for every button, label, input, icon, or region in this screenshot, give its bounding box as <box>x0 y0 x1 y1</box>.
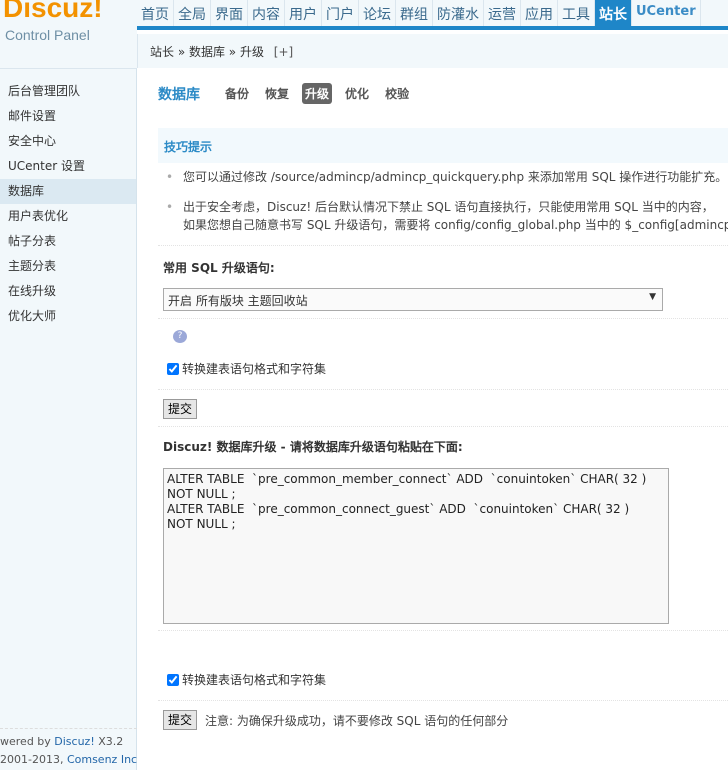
sql-textarea[interactable] <box>163 468 669 624</box>
tab-optimize[interactable]: 优化 <box>342 83 372 104</box>
nav-extended[interactable]: 运营 <box>484 0 521 26</box>
breadcrumb: 站长 » 数据库 » 升级 [+] <box>137 34 728 68</box>
nav-tools[interactable]: 工具 <box>558 0 595 26</box>
divider <box>158 630 728 631</box>
checkbox-label: 转换建表语句格式和字符集 <box>182 362 327 376</box>
tip-item: 您可以通过修改 /source/admincp/admincp_quickque… <box>166 168 728 186</box>
page-title: 数据库 <box>158 86 200 103</box>
sidebar-item-mail[interactable]: 邮件设置 <box>0 104 136 129</box>
sidebar-item-ucenter[interactable]: UCenter 设置 <box>0 154 136 179</box>
comsenz-link[interactable]: Comsenz Inc. <box>67 753 137 766</box>
add-shortcut-button[interactable]: [+] <box>274 45 293 59</box>
tab-backup[interactable]: 备份 <box>222 83 252 104</box>
divider <box>158 318 728 319</box>
divider <box>158 389 728 390</box>
divider <box>158 426 728 427</box>
sidebar-item-postsplit[interactable]: 帖子分表 <box>0 229 136 254</box>
sidebar-item-upgrade[interactable]: 在线升级 <box>0 279 136 304</box>
footer-version: X3.2 <box>94 735 124 748</box>
divider <box>158 245 728 246</box>
upgrade-note: 注意: 为确保升级成功，请不要修改 SQL 语句的任何部分 <box>205 714 509 728</box>
chevron-down-icon: ▼ <box>649 292 656 302</box>
nav-global[interactable]: 全局 <box>174 0 211 26</box>
nav-forum[interactable]: 论坛 <box>359 0 396 26</box>
tab-upgrade[interactable]: 升级 <box>302 83 333 104</box>
sidebar-item-optimizer[interactable]: 优化大师 <box>0 304 136 329</box>
nav-style[interactable]: 界面 <box>211 0 248 26</box>
tip-item: 出于安全考虑，Discuz! 后台默认情况下禁止 SQL 语句直接执行，只能使用… <box>166 198 728 234</box>
nav-plugin[interactable]: 应用 <box>521 0 558 26</box>
footer: wered by Discuz! X3.2 2001-2013, Comsenz… <box>0 728 137 769</box>
help-icon[interactable]: ? <box>173 330 187 343</box>
sidebar-item-membersplit[interactable]: 用户表优化 <box>0 204 136 229</box>
tab-restore[interactable]: 恢复 <box>262 83 292 104</box>
submit-button-2[interactable]: 提交 <box>163 710 198 730</box>
checkbox-label: 转换建表语句格式和字符集 <box>182 673 327 687</box>
common-sql-label: 常用 SQL 升级语句: <box>163 261 275 275</box>
tab-check[interactable]: 校验 <box>382 83 412 104</box>
breadcrumb-text: 站长 » 数据库 » 升级 <box>150 45 264 59</box>
sidebar-item-admin-team[interactable]: 后台管理团队 <box>0 79 136 104</box>
convert-charset-checkbox-2[interactable]: 转换建表语句格式和字符集 <box>167 671 326 688</box>
sidebar: 后台管理团队 邮件设置 安全中心 UCenter 设置 数据库 用户表优化 帖子… <box>0 68 137 770</box>
nav-content[interactable]: 内容 <box>248 0 285 26</box>
divider <box>158 700 728 701</box>
selected-option: 开启 所有版块 主题回收站 <box>168 294 308 308</box>
logo[interactable]: Discuz! Control Panel <box>0 0 137 68</box>
discuz-link[interactable]: Discuz! <box>54 735 94 748</box>
footer-powered: wered by <box>0 735 55 748</box>
top-nav: 首页 全局 界面 内容 用户 门户 论坛 群组 防灌水 运营 应用 工具 站长 … <box>137 0 728 30</box>
tip-text: 您可以通过修改 /source/admincp/admincp_quickque… <box>183 170 728 184</box>
sidebar-item-database[interactable]: 数据库 <box>0 179 136 204</box>
logo-subtitle: Control Panel <box>5 27 90 43</box>
tip-text: 如果您想自己随意书写 SQL 升级语句，需要将 config/config_gl… <box>183 218 728 232</box>
footer-copyright: 2001-2013, <box>0 753 67 766</box>
nav-portal[interactable]: 门户 <box>322 0 359 26</box>
nav-user[interactable]: 用户 <box>285 0 322 26</box>
upgrade-sql-label: Discuz! 数据库升级 - 请将数据库升级语句粘贴在下面: <box>163 440 463 454</box>
sidebar-item-security[interactable]: 安全中心 <box>0 129 136 154</box>
sub-tabs: 数据库 备份 恢复 升级 优化 校验 <box>158 83 422 104</box>
common-sql-select[interactable]: 开启 所有版块 主题回收站 ▼ <box>163 288 663 311</box>
checkbox[interactable] <box>167 362 179 375</box>
tip-text: 出于安全考虑，Discuz! 后台默认情况下禁止 SQL 语句直接执行，只能使用… <box>183 200 714 214</box>
tips-header: 技巧提示 <box>158 128 728 163</box>
nav-founder[interactable]: 站长 <box>595 0 632 26</box>
logo-brand: Discuz! <box>3 0 103 23</box>
checkbox[interactable] <box>167 673 179 686</box>
nav-group[interactable]: 群组 <box>396 0 433 26</box>
submit-button-1[interactable]: 提交 <box>163 399 198 419</box>
convert-charset-checkbox-1[interactable]: 转换建表语句格式和字符集 <box>167 360 326 377</box>
nav-safe[interactable]: 防灌水 <box>433 0 484 26</box>
nav-ucenter[interactable]: UCenter <box>632 0 701 26</box>
sidebar-item-threadsplit[interactable]: 主题分表 <box>0 254 136 279</box>
nav-home[interactable]: 首页 <box>137 0 174 26</box>
